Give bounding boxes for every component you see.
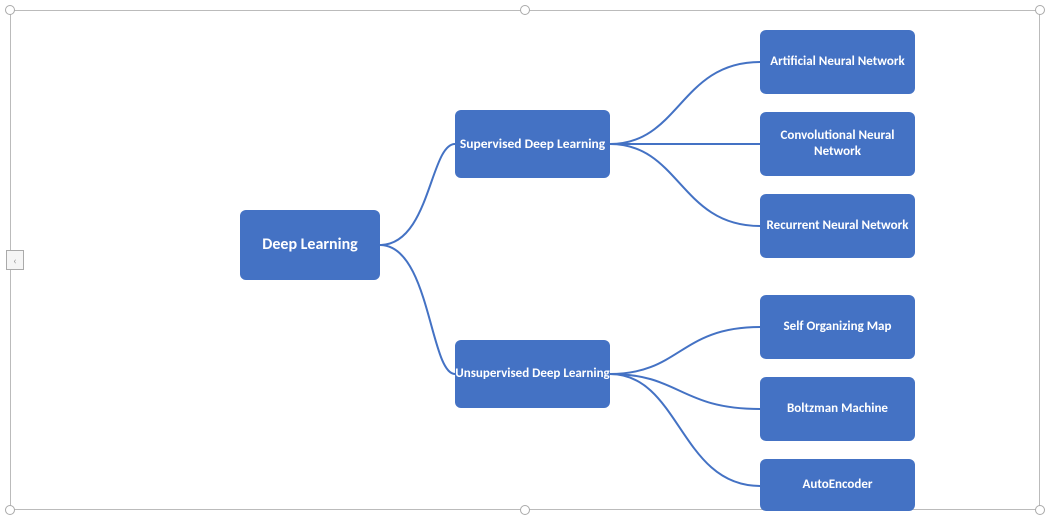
node-autoencoder[interactable]: AutoEncoder [760, 459, 915, 511]
corner-tr [1035, 5, 1045, 15]
node-rnn[interactable]: Recurrent Neural Network [760, 194, 915, 258]
node-ann[interactable]: Artificial Neural Network [760, 30, 915, 94]
node-unsupervised[interactable]: Unsupervised Deep Learning [455, 340, 610, 408]
left-handle[interactable]: ‹ [6, 250, 24, 270]
corner-tl [5, 5, 15, 15]
corner-br [1035, 505, 1045, 515]
mid-bottom [520, 505, 530, 515]
node-cnn[interactable]: Convolutional Neural Network [760, 112, 915, 176]
mid-top [520, 5, 530, 15]
node-supervised[interactable]: Supervised Deep Learning [455, 110, 610, 178]
node-boltzman[interactable]: Boltzman Machine [760, 377, 915, 441]
node-som[interactable]: Self Organizing Map [760, 295, 915, 359]
node-deep-learning[interactable]: Deep Learning [240, 210, 380, 280]
corner-bl [5, 505, 15, 515]
slide-container: ‹ Deep Learning Supervised Deep Learning… [0, 0, 1050, 520]
